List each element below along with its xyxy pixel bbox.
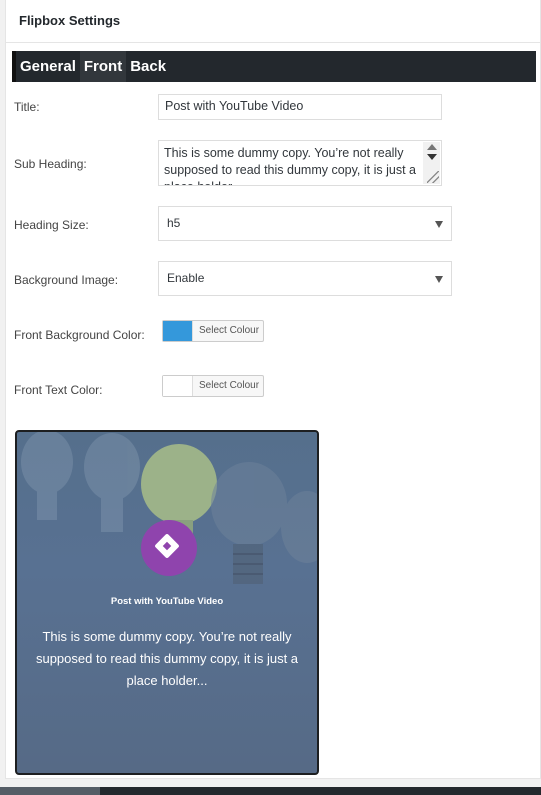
color-swatch (163, 321, 193, 341)
color-swatch (163, 376, 193, 396)
chevron-down-icon (435, 221, 443, 228)
textarea-scrollbar[interactable] (423, 142, 440, 184)
scroll-down-icon[interactable] (427, 154, 437, 160)
sub-heading-label: Sub Heading: (14, 157, 87, 171)
panel-title: Flipbox Settings (6, 0, 540, 43)
sub-heading-textarea[interactable]: This is some dummy copy. You’re not real… (158, 140, 442, 186)
heading-size-select[interactable]: h5 (158, 206, 452, 241)
title-label: Title: (14, 100, 40, 114)
sub-heading-text: This is some dummy copy. You’re not real… (164, 146, 416, 185)
tab-general[interactable]: General (16, 51, 80, 82)
background-image-value: Enable (167, 271, 205, 285)
select-colour-label: Select Colour (199, 380, 260, 391)
select-colour-label: Select Colour (199, 325, 260, 336)
tab-front[interactable]: Front (79, 51, 127, 82)
footer-bar (0, 787, 541, 795)
front-text-color-label: Front Text Color: (14, 383, 103, 397)
footer-bar-left (0, 787, 100, 795)
diamond-icon (141, 520, 197, 576)
chevron-down-icon (435, 276, 443, 283)
card-title: Post with YouTube Video (110, 596, 224, 607)
tab-back[interactable]: Back (126, 51, 170, 82)
front-text-color-button[interactable]: Select Colour (162, 375, 264, 397)
scroll-up-icon[interactable] (427, 144, 437, 150)
title-input[interactable]: Post with YouTube Video (158, 94, 442, 120)
front-bg-color-button[interactable]: Select Colour (162, 320, 264, 342)
heading-size-label: Heading Size: (14, 218, 89, 232)
flipbox-preview-card[interactable]: Post with YouTube Video This is some dum… (15, 430, 319, 775)
heading-size-value: h5 (167, 216, 181, 230)
card-body: This is some dummy copy. You’re not real… (35, 629, 299, 688)
background-image-select[interactable]: Enable (158, 261, 452, 296)
background-image-label: Background Image: (14, 273, 119, 287)
tab-bar: General Front Back (12, 51, 536, 82)
resize-grip-icon[interactable] (427, 171, 439, 183)
front-bg-color-label: Front Background Color: (14, 328, 145, 342)
